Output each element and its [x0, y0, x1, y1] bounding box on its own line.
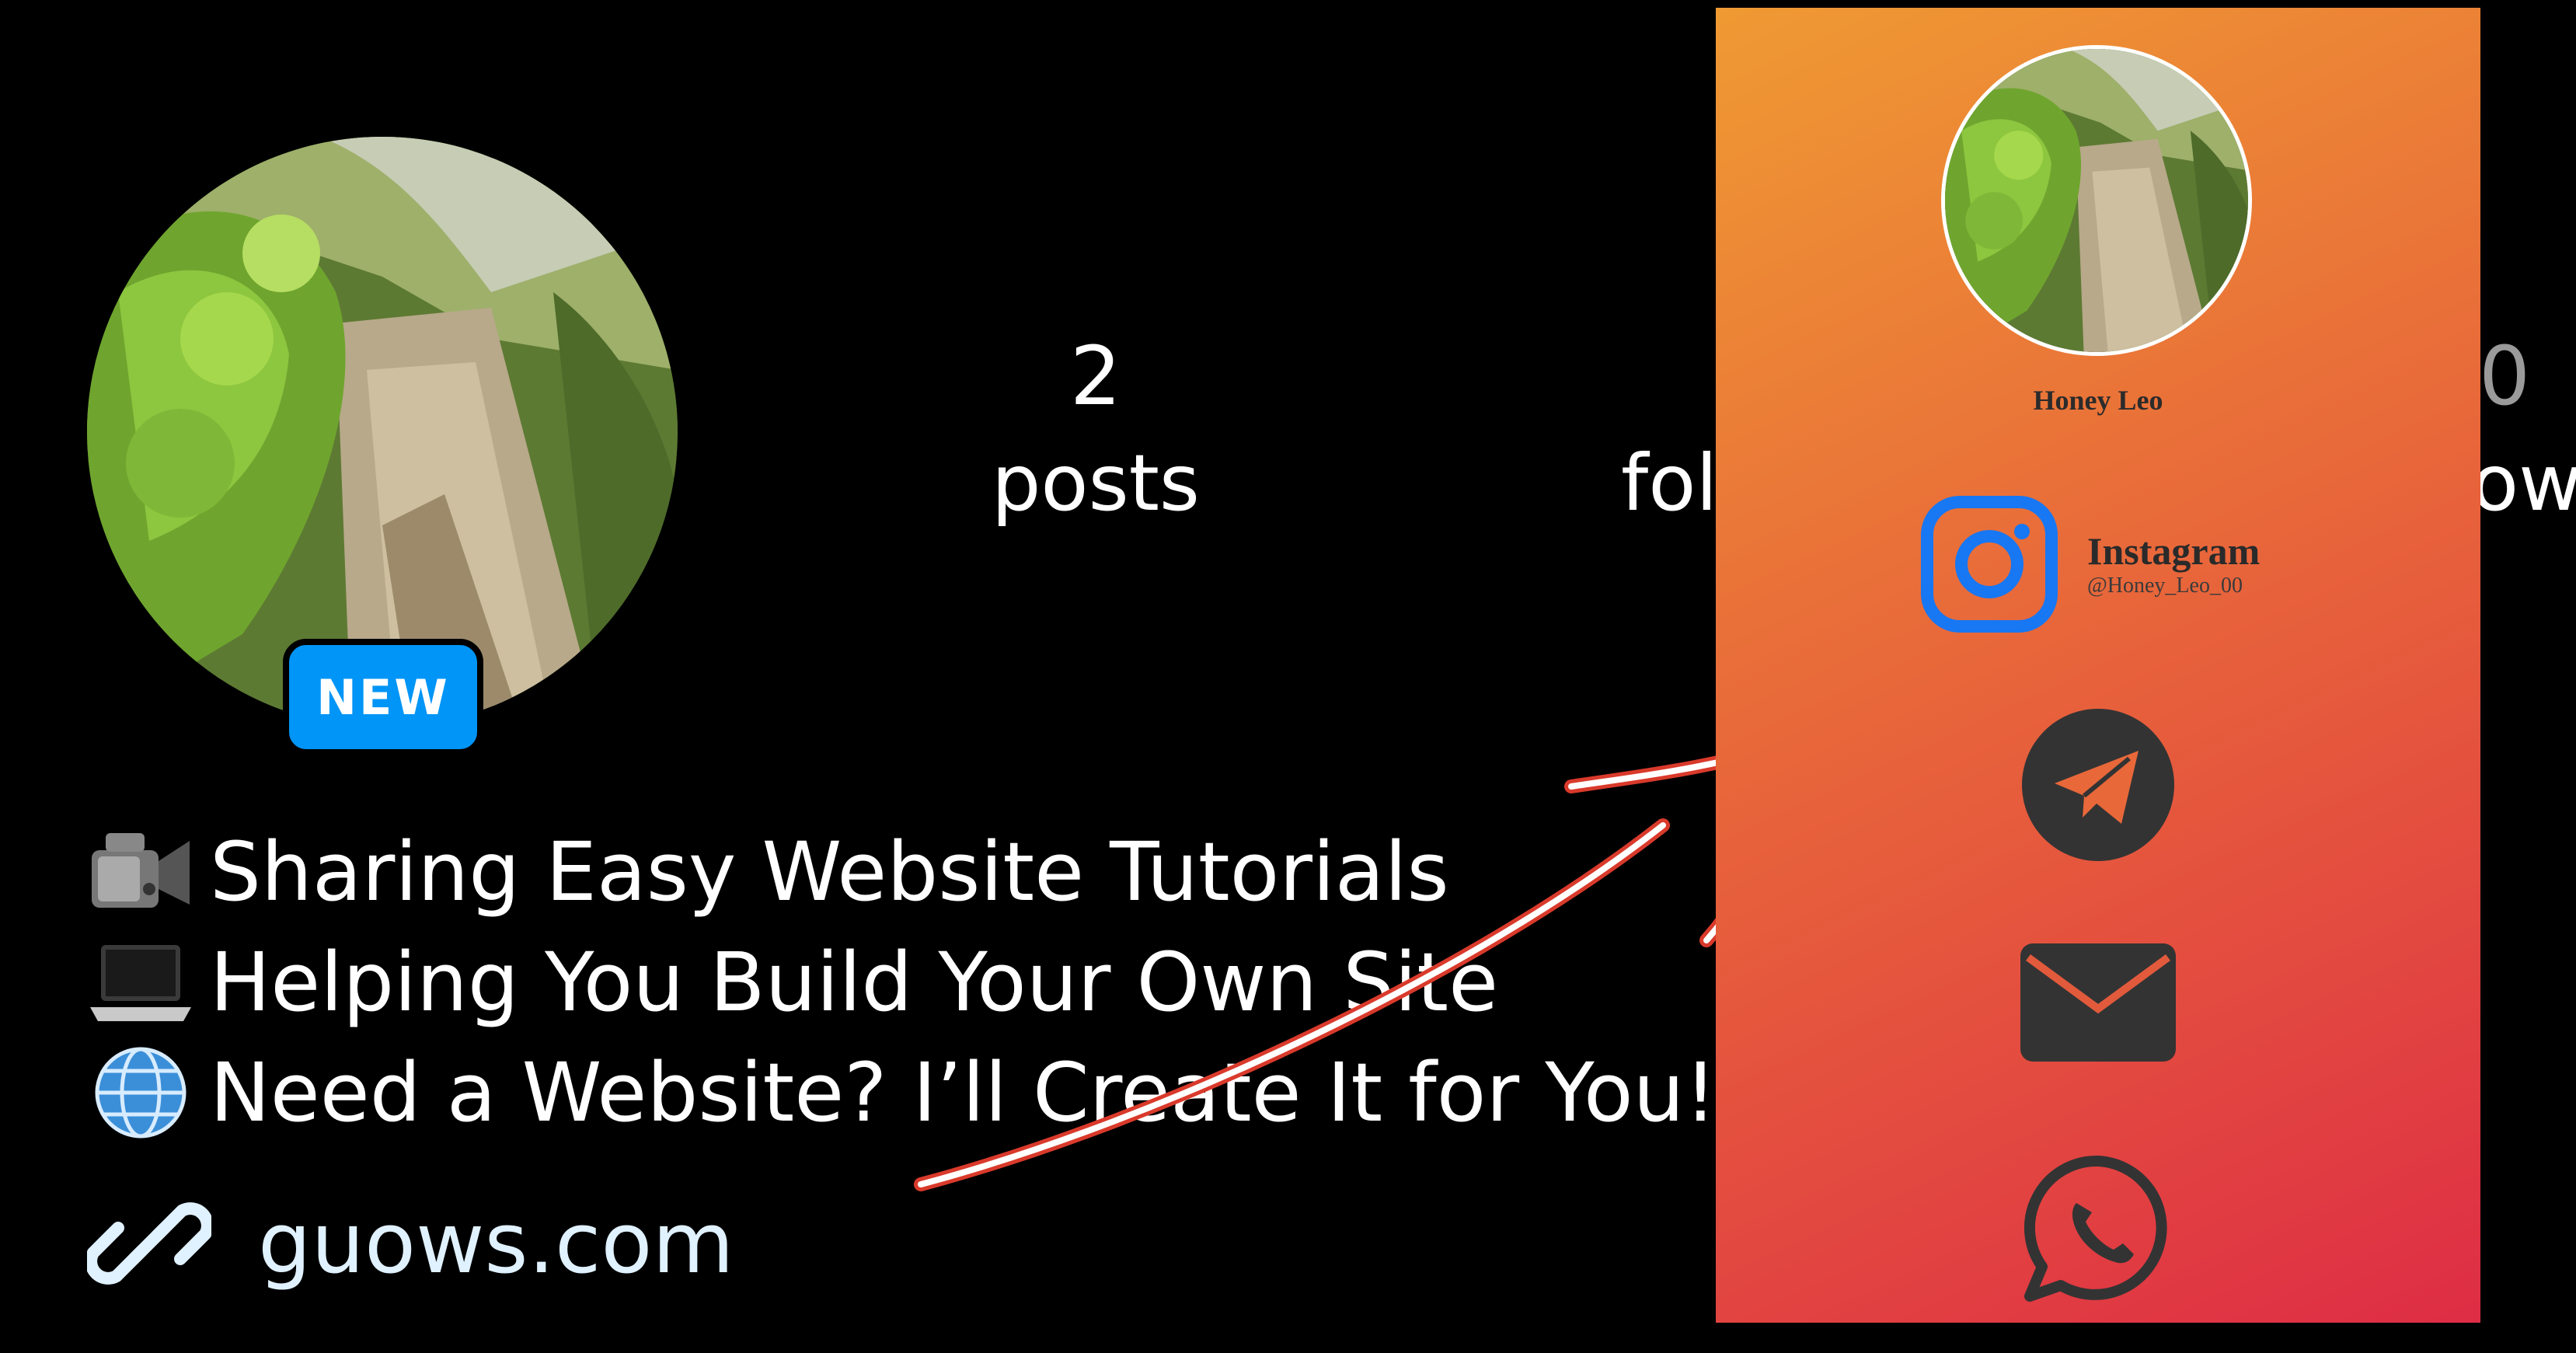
- following-label[interactable]: owi: [2471, 445, 2576, 522]
- website-link[interactable]: guows.com: [87, 1181, 734, 1306]
- card-name: Honey Leo: [2033, 385, 2163, 416]
- bio-line-3: Need a Website? I’ll Create It for You!: [87, 1038, 1717, 1147]
- email-icon[interactable]: [2020, 940, 2176, 1065]
- instagram-link[interactable]: Instagram @Honey_Leo_00: [1919, 494, 2260, 634]
- new-badge: NEW: [283, 639, 483, 755]
- whatsapp-icon[interactable]: [2020, 1152, 2176, 1307]
- instagram-handle: @Honey_Leo_00: [2087, 573, 2243, 598]
- bio-text-3: Need a Website? I’ll Create It for You!: [210, 1045, 1717, 1140]
- bio-text-1: Sharing Easy Website Tutorials: [210, 825, 1449, 919]
- instagram-title: Instagram: [2087, 528, 2261, 573]
- telegram-icon[interactable]: [2020, 707, 2176, 863]
- posts-label[interactable]: posts: [948, 445, 1243, 522]
- posts-count[interactable]: 2: [1010, 336, 1181, 417]
- card-avatar: [1941, 45, 2252, 356]
- website-link-text[interactable]: guows.com: [258, 1195, 734, 1292]
- bio-line-1: Sharing Easy Website Tutorials: [87, 818, 1449, 926]
- bio-line-2: Helping You Build Your Own Site: [87, 928, 1498, 1037]
- instagram-icon: [1921, 496, 2058, 633]
- laptop-icon: [90, 945, 191, 1021]
- link-icon: [87, 1202, 211, 1285]
- video-camera-icon: [92, 833, 190, 908]
- card-avatar-photo: [1945, 49, 2248, 352]
- link-in-bio-card: Honey Leo Instagram @Honey_Leo_00: [1716, 8, 2480, 1323]
- globe-icon: [95, 1047, 186, 1139]
- bio-text-2: Helping You Build Your Own Site: [210, 935, 1499, 1030]
- following-count[interactable]: 0: [2479, 336, 2557, 417]
